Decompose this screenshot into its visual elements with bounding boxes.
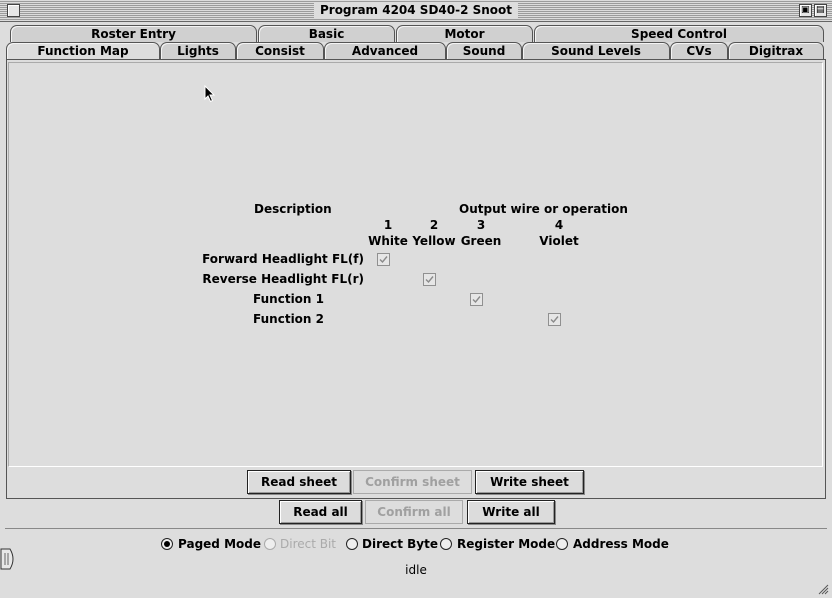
read-all-button[interactable]: Read all <box>279 500 362 524</box>
column-color-violet: Violet <box>539 234 579 248</box>
tab-lights[interactable]: Lights <box>160 42 236 59</box>
checkbox-function-1-green[interactable] <box>470 293 483 306</box>
title-bar[interactable]: Program 4204 SD40-2 Snoot ▣ ▤ <box>0 0 832 22</box>
grow-box-icon[interactable] <box>816 582 829 595</box>
radio-label-direct-bit: Direct Bit <box>280 537 337 551</box>
tab-sound-levels[interactable]: Sound Levels <box>522 42 670 59</box>
zoom-box-icon[interactable]: ▣ <box>799 4 812 17</box>
column-color-yellow: Yellow <box>412 234 456 248</box>
radio-address-mode[interactable] <box>556 538 568 550</box>
tab-advanced[interactable]: Advanced <box>324 42 446 59</box>
tab-consist[interactable]: Consist <box>236 42 324 59</box>
tab-roster-entry[interactable]: Roster Entry <box>10 25 257 42</box>
row-label-function-1: Function 1 <box>253 292 324 306</box>
tab-digitrax[interactable]: Digitrax <box>728 42 824 59</box>
checkmark-icon <box>472 296 481 304</box>
column-color-green: Green <box>460 234 502 248</box>
checkbox-forward-headlight-white[interactable] <box>377 253 390 266</box>
confirm-all-button[interactable]: Confirm all <box>365 500 463 524</box>
radio-label-register-mode: Register Mode <box>457 537 556 551</box>
description-header: Description <box>254 202 332 216</box>
radio-direct-byte[interactable] <box>346 538 358 550</box>
output-header: Output wire or operation <box>459 202 628 216</box>
checkbox-function-2-violet[interactable] <box>548 313 561 326</box>
column-number-1: 1 <box>383 218 393 232</box>
radio-register-mode[interactable] <box>440 538 452 550</box>
write-sheet-button[interactable]: Write sheet <box>475 470 584 494</box>
row-label-reverse-headlight: Reverse Headlight FL(r) <box>202 272 364 286</box>
close-box-icon[interactable] <box>7 4 20 17</box>
row-label-forward-headlight: Forward Headlight FL(f) <box>202 252 364 266</box>
tab-function-map[interactable]: Function Map <box>6 42 160 59</box>
write-all-button[interactable]: Write all <box>467 500 555 524</box>
checkmark-icon <box>425 276 434 284</box>
divider <box>5 528 827 529</box>
radio-label-direct-byte: Direct Byte <box>362 537 439 551</box>
checkbox-reverse-headlight-yellow[interactable] <box>423 273 436 286</box>
collapse-box-icon[interactable]: ▤ <box>814 4 827 17</box>
tab-speed-control[interactable]: Speed Control <box>534 25 824 42</box>
tab-sound[interactable]: Sound <box>446 42 522 59</box>
arrow-cursor-icon <box>204 85 216 103</box>
function-map-pane <box>8 62 823 467</box>
tab-motor[interactable]: Motor <box>396 25 533 42</box>
checkmark-icon <box>550 316 559 324</box>
column-color-white: White <box>368 234 408 248</box>
checkmark-icon <box>379 256 388 264</box>
window-title: Program 4204 SD40-2 Snoot <box>313 2 519 18</box>
read-sheet-button[interactable]: Read sheet <box>247 470 351 494</box>
radio-direct-bit[interactable] <box>264 538 276 550</box>
tab-basic[interactable]: Basic <box>258 25 395 42</box>
radio-paged-mode[interactable] <box>161 538 173 550</box>
drawer-handle-icon[interactable] <box>0 548 18 570</box>
row-label-function-2: Function 2 <box>253 312 324 326</box>
confirm-sheet-button[interactable]: Confirm sheet <box>353 470 472 494</box>
status-text: idle <box>405 563 427 577</box>
tab-cvs[interactable]: CVs <box>670 42 728 59</box>
radio-label-address-mode: Address Mode <box>573 537 669 551</box>
column-number-3: 3 <box>476 218 486 232</box>
column-number-4: 4 <box>554 218 564 232</box>
column-number-2: 2 <box>429 218 439 232</box>
radio-label-paged-mode: Paged Mode <box>178 537 261 551</box>
